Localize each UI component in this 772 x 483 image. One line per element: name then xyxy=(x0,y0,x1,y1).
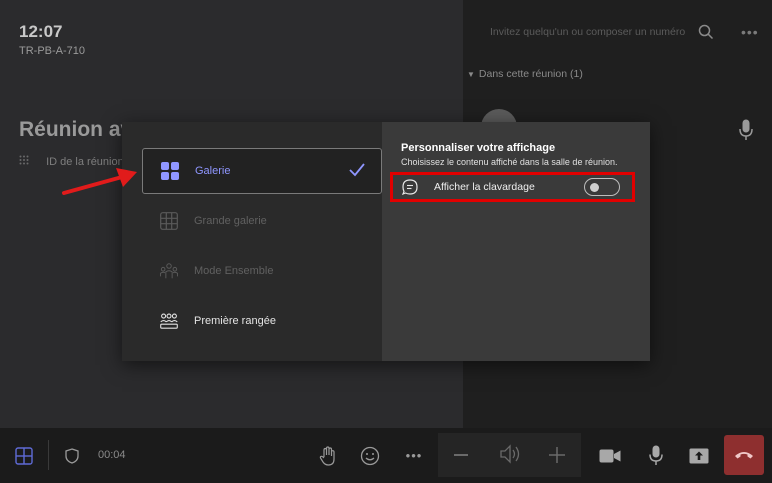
more-actions-icon[interactable]: ••• xyxy=(400,428,428,483)
call-timer: 00:04 xyxy=(98,449,126,461)
layout-icon xyxy=(15,446,33,465)
microphone-icon xyxy=(649,445,663,465)
view-option-large-gallery[interactable]: Grande galerie xyxy=(142,198,382,244)
shield-icon xyxy=(60,428,84,483)
gallery-icon xyxy=(161,162,179,180)
share-button[interactable] xyxy=(686,428,712,483)
room-name: TR-PB-A-710 xyxy=(19,45,86,57)
volume-up-button[interactable] xyxy=(549,447,565,468)
view-option-gallery[interactable]: Galerie xyxy=(142,148,382,194)
front-row-icon xyxy=(160,312,178,330)
show-chat-row[interactable]: Afficher la clavardage xyxy=(390,172,635,202)
hang-up-icon xyxy=(735,452,753,459)
clock-time: 12:07 xyxy=(19,22,63,41)
panel-subtitle: Choisissez le contenu affiché dans la sa… xyxy=(401,157,618,167)
view-option-label: Grande galerie xyxy=(194,215,267,227)
invite-input[interactable]: Invitez quelqu'un ou composer un numéro xyxy=(478,20,728,44)
call-toolbar: 00:04 ••• xyxy=(0,428,772,483)
speaker-icon xyxy=(500,444,522,469)
panel-title: Personnaliser votre affichage xyxy=(401,142,556,154)
view-mode-list: Galerie Grande galerie Mode Ensemble Pre… xyxy=(122,122,382,361)
show-chat-toggle[interactable] xyxy=(584,178,620,196)
volume-controls xyxy=(438,433,581,477)
raise-hand-button[interactable] xyxy=(314,428,342,483)
meeting-title: Réunion av xyxy=(19,118,133,141)
view-option-together-mode[interactable]: Mode Ensemble xyxy=(142,248,382,294)
reactions-button[interactable] xyxy=(356,428,384,483)
view-option-label: Mode Ensemble xyxy=(194,265,274,277)
mic-button[interactable] xyxy=(643,428,669,483)
more-options-icon[interactable]: ••• xyxy=(741,24,759,40)
checkmark-icon xyxy=(349,163,365,177)
show-chat-label: Afficher la clavardage xyxy=(434,181,535,193)
camera-icon xyxy=(599,449,621,462)
volume-down-button[interactable] xyxy=(454,454,468,456)
view-option-label: Première rangée xyxy=(194,315,276,327)
chevron-down-icon: ▼ xyxy=(467,70,475,79)
customize-view-panel: Personnaliser votre affichage Choisissez… xyxy=(382,122,650,361)
view-option-front-row[interactable]: Première rangée xyxy=(142,298,382,344)
view-option-label: Galerie xyxy=(195,165,231,177)
toolbar-divider xyxy=(48,440,49,470)
annotation-arrow-icon xyxy=(62,168,137,195)
layout-button[interactable] xyxy=(0,428,48,483)
share-screen-icon xyxy=(689,448,709,463)
large-gallery-icon xyxy=(160,212,178,230)
plus-icon xyxy=(549,447,565,463)
dialpad-icon xyxy=(19,155,31,168)
raise-hand-icon xyxy=(319,445,335,466)
search-icon[interactable] xyxy=(698,24,714,40)
toggle-knob xyxy=(590,182,599,192)
smiley-icon xyxy=(360,446,380,465)
end-call-button[interactable] xyxy=(724,435,764,475)
in-meeting-label: Dans cette réunion (1) xyxy=(478,68,583,80)
camera-button[interactable] xyxy=(596,428,624,483)
microphone-icon[interactable] xyxy=(739,119,753,141)
in-meeting-section[interactable]: ▼ Dans cette réunion (1) xyxy=(467,68,583,80)
chat-icon xyxy=(402,179,418,195)
together-mode-icon xyxy=(160,262,178,280)
view-options-dialog: Galerie Grande galerie Mode Ensemble Pre… xyxy=(122,122,650,361)
teams-room-screen: 12:07 TR-PB-A-710 Réunion av ID de la ré… xyxy=(0,0,772,483)
